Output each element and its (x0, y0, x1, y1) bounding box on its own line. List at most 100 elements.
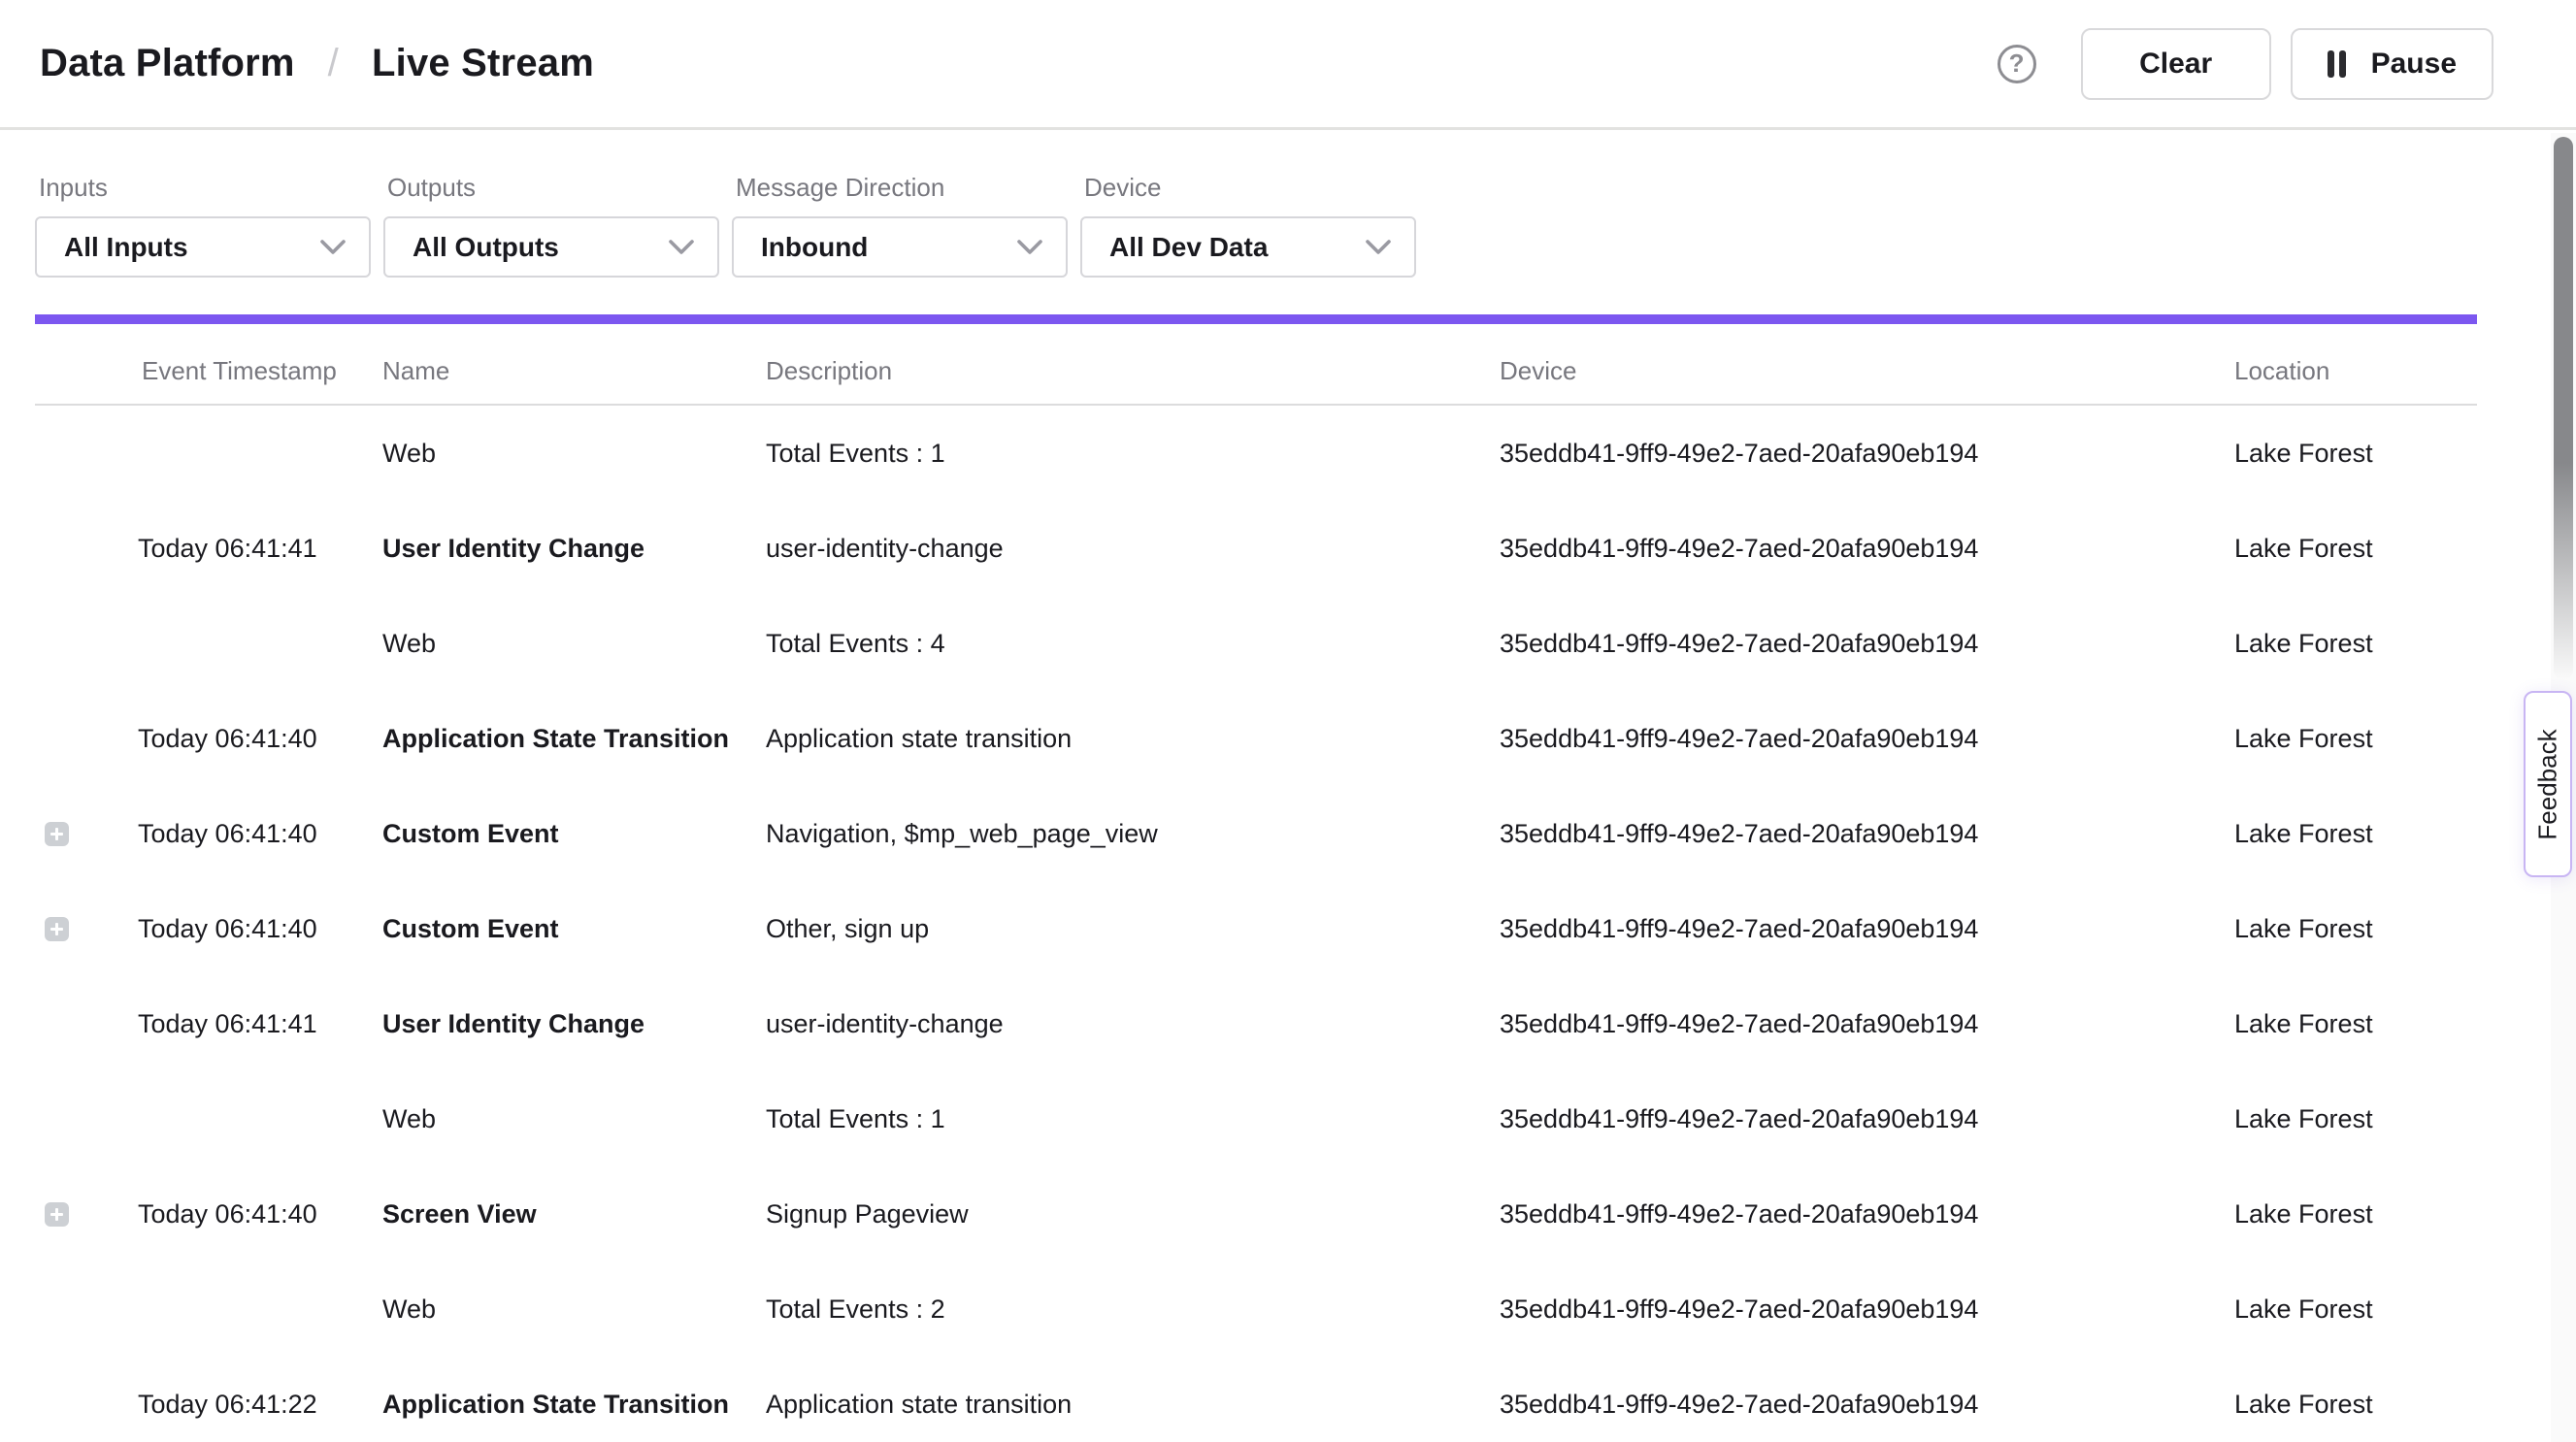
event-timestamp: Today 06:41:41 (138, 1009, 382, 1039)
event-timestamp: Today 06:41:40 (138, 1199, 382, 1229)
event-description: Total Events : 1 (766, 1104, 1500, 1134)
event-device: 35eddb41-9ff9-49e2-7aed-20afa90eb194 (1500, 1199, 2234, 1229)
event-name: Web (382, 439, 766, 469)
event-row[interactable]: Today 06:41:22 Application State Transit… (35, 1357, 2477, 1442)
event-name: Application State Transition (382, 724, 766, 754)
event-name: Screen View (382, 1199, 766, 1229)
scrollbar-thumb[interactable] (2554, 137, 2573, 680)
event-row[interactable]: Web Total Events : 2 35eddb41-9ff9-49e2-… (35, 1262, 2477, 1357)
event-description: user-identity-change (766, 1009, 1500, 1039)
filter-select-inputs[interactable]: All Inputs (35, 216, 371, 278)
event-device: 35eddb41-9ff9-49e2-7aed-20afa90eb194 (1500, 819, 2234, 849)
events-table-header: Event TimestampNameDescriptionDeviceLoca… (35, 324, 2477, 406)
event-device: 35eddb41-9ff9-49e2-7aed-20afa90eb194 (1500, 724, 2234, 754)
event-device: 35eddb41-9ff9-49e2-7aed-20afa90eb194 (1500, 1104, 2234, 1134)
event-device: 35eddb41-9ff9-49e2-7aed-20afa90eb194 (1500, 1295, 2234, 1325)
filter-select-device[interactable]: All Dev Data (1080, 216, 1416, 278)
filter-select-outputs[interactable]: All Outputs (383, 216, 719, 278)
expand-event-button[interactable] (45, 822, 69, 846)
expand-event-button[interactable] (45, 1202, 69, 1227)
event-row[interactable]: Today 06:41:41 User Identity Change user… (35, 976, 2477, 1071)
filter-selected-value: All Outputs (413, 232, 559, 263)
event-timestamp: Today 06:41:40 (138, 724, 382, 754)
plus-icon (45, 822, 69, 846)
column-header-device: Device (1500, 356, 2234, 386)
event-row[interactable]: Web Total Events : 4 35eddb41-9ff9-49e2-… (35, 596, 2477, 691)
events-table: Event TimestampNameDescriptionDeviceLoca… (35, 324, 2477, 1442)
event-expand-cell (35, 822, 138, 846)
event-description: Total Events : 4 (766, 629, 1500, 659)
filter-device: Device All Dev Data (1080, 173, 1416, 278)
expand-event-button[interactable] (45, 917, 69, 941)
event-timestamp: Today 06:41:40 (138, 914, 382, 944)
event-location: Lake Forest (2234, 629, 2477, 659)
event-description: Total Events : 2 (766, 1295, 1500, 1325)
filter-selected-value: All Inputs (64, 232, 188, 263)
event-device: 35eddb41-9ff9-49e2-7aed-20afa90eb194 (1500, 629, 2234, 659)
event-description: Application state transition (766, 724, 1500, 754)
filter-outputs: Outputs All Outputs (383, 173, 719, 278)
event-timestamp: Today 06:41:22 (138, 1390, 382, 1420)
event-timestamp: Today 06:41:40 (138, 819, 382, 849)
pause-button-label: Pause (2371, 48, 2457, 81)
breadcrumb-separator: / (328, 42, 339, 85)
filter-label: Outputs (383, 173, 719, 203)
event-row[interactable]: Today 06:41:40 Custom Event Other, sign … (35, 881, 2477, 976)
event-row[interactable]: Today 06:41:41 User Identity Change user… (35, 501, 2477, 596)
event-expand-cell (35, 917, 138, 941)
event-description: Other, sign up (766, 914, 1500, 944)
event-row[interactable]: Today 06:41:40 Screen View Signup Pagevi… (35, 1166, 2477, 1262)
pause-icon (2328, 50, 2346, 78)
filter-select-message-direction[interactable]: Inbound (732, 216, 1068, 278)
chevron-down-icon (320, 240, 346, 255)
breadcrumb-item-data-platform[interactable]: Data Platform (40, 42, 295, 85)
header-actions: ? Clear Pause (1998, 28, 2493, 100)
filters-bar: Inputs All Inputs Outputs All Outputs Me… (0, 130, 2576, 278)
column-header-description: Description (766, 356, 1500, 386)
chevron-down-icon (1017, 240, 1042, 255)
event-device: 35eddb41-9ff9-49e2-7aed-20afa90eb194 (1500, 534, 2234, 564)
chevron-down-icon (1366, 240, 1391, 255)
event-name: Web (382, 629, 766, 659)
pause-button[interactable]: Pause (2291, 28, 2493, 100)
filter-selected-value: All Dev Data (1109, 232, 1268, 263)
event-location: Lake Forest (2234, 819, 2477, 849)
event-timestamp: Today 06:41:41 (138, 534, 382, 564)
clear-button-label: Clear (2139, 48, 2212, 81)
event-location: Lake Forest (2234, 914, 2477, 944)
event-name: Custom Event (382, 914, 766, 944)
event-row[interactable]: Web Total Events : 1 35eddb41-9ff9-49e2-… (35, 1071, 2477, 1166)
event-description: Navigation, $mp_web_page_view (766, 819, 1500, 849)
event-description: Total Events : 1 (766, 439, 1500, 469)
feedback-tab-label: Feedback (2533, 729, 2563, 839)
plus-icon (45, 917, 69, 941)
event-device: 35eddb41-9ff9-49e2-7aed-20afa90eb194 (1500, 914, 2234, 944)
event-device: 35eddb41-9ff9-49e2-7aed-20afa90eb194 (1500, 1009, 2234, 1039)
event-location: Lake Forest (2234, 724, 2477, 754)
event-location: Lake Forest (2234, 439, 2477, 469)
event-name: Web (382, 1104, 766, 1134)
filter-label: Device (1080, 173, 1416, 203)
column-header-name: Name (382, 356, 766, 386)
feedback-tab[interactable]: Feedback (2524, 691, 2572, 877)
event-description: Application state transition (766, 1390, 1500, 1420)
event-description: user-identity-change (766, 534, 1500, 564)
event-name: User Identity Change (382, 1009, 766, 1039)
event-row[interactable]: Today 06:41:40 Custom Event Navigation, … (35, 786, 2477, 881)
event-row[interactable]: Web Total Events : 1 35eddb41-9ff9-49e2-… (35, 406, 2477, 501)
help-icon[interactable]: ? (1998, 45, 2036, 83)
filter-inputs: Inputs All Inputs (35, 173, 371, 278)
event-location: Lake Forest (2234, 1295, 2477, 1325)
column-header-event-timestamp: Event Timestamp (138, 356, 382, 386)
filter-selected-value: Inbound (761, 232, 868, 263)
event-device: 35eddb41-9ff9-49e2-7aed-20afa90eb194 (1500, 1390, 2234, 1420)
event-name: User Identity Change (382, 534, 766, 564)
event-row[interactable]: Today 06:41:40 Application State Transit… (35, 691, 2477, 786)
clear-button[interactable]: Clear (2081, 28, 2271, 100)
event-name: Custom Event (382, 819, 766, 849)
breadcrumb-item-live-stream: Live Stream (372, 42, 594, 85)
event-location: Lake Forest (2234, 534, 2477, 564)
event-name: Application State Transition (382, 1390, 766, 1420)
live-stream-progress-bar (35, 314, 2477, 324)
event-expand-cell (35, 1202, 138, 1227)
